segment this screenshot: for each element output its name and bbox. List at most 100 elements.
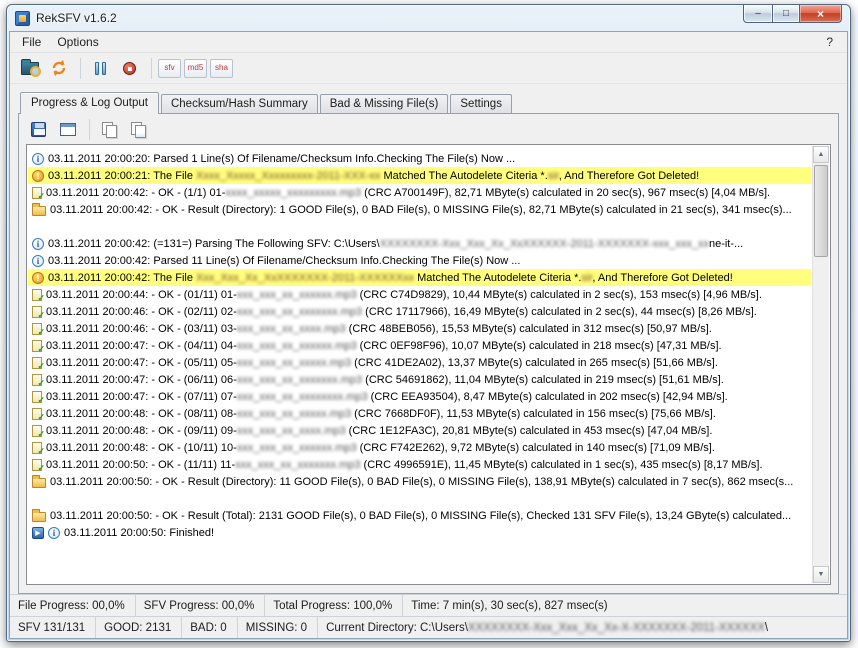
file-icon [32,459,42,471]
log-text-segment: 03.11.2011 20:00:47: - OK - (05/11) 05- [46,357,237,369]
log-row: 03.11.2011 20:00:50: - OK - Result (Tota… [28,507,811,524]
close-button[interactable]: × [799,5,842,23]
log-text-segment: 03.11.2011 20:00:50: - OK - Result (Dire… [50,476,793,488]
tab-bad-missing-file-s-[interactable]: Bad & Missing File(s) [320,94,449,114]
scroll-up-button[interactable]: ▲ [813,146,829,163]
copy-all-button[interactable] [125,117,152,142]
title-bar[interactable]: RekSFV v1.6.2 – □ × [7,5,850,31]
log-text-segment: 03.11.2011 20:00:44: - OK - (01/11) 01- [46,289,237,301]
menu-options[interactable]: Options [49,33,106,51]
tab-checksum-hash-summary[interactable]: Checksum/Hash Summary [161,94,318,114]
tab-strip: Progress & Log OutputChecksum/Hash Summa… [18,90,839,113]
log-text-segment: 03.11.2011 20:00:42: Parsed 11 Line(s) O… [48,255,520,267]
log-text-segment: (CRC 7668DF0F), 11,53 MByte(s) calculate… [351,408,716,420]
log-row: ▶i03.11.2011 20:00:50: Finished! [28,524,811,541]
log-output[interactable]: i03.11.2011 20:00:20: Parsed 1 Line(s) O… [28,146,811,583]
log-text-segment: ne-it-... [709,238,743,250]
file-icon [32,374,42,386]
log-text-segment: (CRC 4996591E), 11,45 MByte(s) calculate… [360,459,762,471]
log-box: i03.11.2011 20:00:20: Parsed 1 Line(s) O… [26,144,831,585]
warn-icon: ! [32,272,44,284]
censored-text: sir [581,272,592,284]
status-segment: Current Directory: C:\Users\XXXXXXXX-Xxx… [318,617,847,638]
pause-button[interactable] [87,56,114,81]
log-row: 03.11.2011 20:00:50: - OK - Result (Dire… [28,473,811,490]
log-text-segment: 03.11.2011 20:00:42: The File [48,272,196,284]
status-segment: SFV Progress: 00,0% [136,595,266,616]
log-scrollbar[interactable]: ▲ ▼ [812,146,829,583]
help-menu[interactable]: ? [816,33,843,51]
log-text-segment: \ [765,622,768,634]
log-row: 03.11.2011 20:00:48: - OK - (10/11) 10-x… [28,439,811,456]
log-row: 03.11.2011 20:00:48: - OK - (08/11) 08-x… [28,405,811,422]
main-toolbar: sfv md5 sha [10,53,847,84]
log-text-segment: Matched The Autodelete Citeria *. [380,170,547,182]
log-text-segment: 03.11.2011 20:00:42: - OK - (1/1) 01- [46,187,225,199]
log-row: !03.11.2011 20:00:42: The File Xxx_Xxx_X… [28,269,811,286]
log-text-segment: (CRC 1E12FA3C), 20,81 MByte(s) calculate… [346,425,713,437]
refresh-button[interactable] [45,56,72,81]
log-text-segment: (CRC 0EF98F96), 10,07 MByte(s) calculate… [357,340,722,352]
censored-text: xxx_xxx_xx_xxxx.mp3 [237,323,346,335]
play-icon: ▶ [32,527,44,539]
stop-button[interactable] [116,56,143,81]
censored-text: Xxxx_Xxxxx_Xxxxxxxxx-2011-XXX-xx [196,170,380,182]
menu-file[interactable]: File [14,33,49,51]
status-segment: MISSING: 0 [238,617,318,638]
censored-text: xxxx_xxxxx_xxxxxxxxx.mp3 [225,187,361,199]
copy-selection-button[interactable] [96,117,123,142]
log-text-segment: 03.11.2011 20:00:47: - OK - (04/11) 04- [46,340,237,352]
maximize-button[interactable]: □ [772,5,799,23]
save-log-button[interactable] [25,117,52,142]
file-icon [32,357,42,369]
toolbar-separator [151,58,152,79]
censored-text: sir [548,170,559,182]
censored-text: xxx_xxx_xx_xxxxxxx.mp3 [237,374,362,386]
censored-text: xxx_xxx_xx_xxxxxx.mp3 [237,442,357,454]
file-icon [32,442,42,454]
warn-icon: ! [32,170,44,182]
censored-text: xxx_xxx_xx_xxxxxxx.mp3 [237,306,362,318]
log-text-segment: 03.11.2011 20:00:48: - OK - (10/11) 10- [46,442,237,454]
censored-text: xxx_xxx_xx_xxxxxxxx.mp3 [237,391,368,403]
log-text-segment: 03.11.2011 20:00:42: (=131=) Parsing The… [48,238,380,250]
scrollbar-track[interactable] [813,163,829,566]
minimize-button[interactable]: – [743,5,772,23]
status-segment: Total Progress: 100,0% [265,595,403,616]
log-row-blank [28,490,811,507]
dir-icon [32,478,46,488]
log-row: 03.11.2011 20:00:50: - OK - (11/11) 11-x… [28,456,811,473]
tab-area: Progress & Log OutputChecksum/Hash Summa… [10,84,847,594]
log-row: 03.11.2011 20:00:44: - OK - (01/11) 01-x… [28,286,811,303]
browse-folder-button[interactable] [16,56,43,81]
create-md5-button[interactable]: md5 [184,59,207,78]
dir-icon [32,206,46,216]
create-sha-button[interactable]: sha [210,59,233,78]
censored-text: xxx_xxx_xx_xxxxxx.mp3 [237,340,357,352]
log-text-segment: (CRC EEA93504), 8,47 MByte(s) calculated… [368,391,728,403]
log-text-segment: 03.11.2011 20:00:46: - OK - (03/11) 03- [46,323,237,335]
tab-progress-log-output[interactable]: Progress & Log Output [20,92,159,114]
tab-settings[interactable]: Settings [450,94,512,114]
log-text-segment: (CRC 17117966), 16,49 MByte(s) calculate… [362,306,757,318]
status-segment: Time: 7 min(s), 30 sec(s), 827 msec(s) [403,595,847,616]
log-text-segment: 03.11.2011 20:00:48: - OK - (09/11) 09- [46,425,237,437]
log-text-segment: 03.11.2011 20:00:42: - OK - Result (Dire… [50,204,792,216]
create-sfv-button[interactable]: sfv [158,59,181,78]
window-icon [60,123,76,136]
menu-bar: File Options ? [10,32,847,53]
log-row: 03.11.2011 20:00:47: - OK - (05/11) 05-x… [28,354,811,371]
info-icon: i [32,153,44,165]
window-controls: – □ × [743,5,842,23]
censored-text: XXXXXXXX-Xxx_Xxx_Xx_Xx-X-XXXXXXX-2011-XX… [468,622,765,634]
scroll-down-button[interactable]: ▼ [813,566,829,583]
log-row: 03.11.2011 20:00:46: - OK - (02/11) 02-x… [28,303,811,320]
status-segment: File Progress: 00,0% [10,595,136,616]
open-log-window-button[interactable] [54,117,81,142]
log-text-segment: 03.11.2011 20:00:50: - OK - Result (Tota… [50,510,791,522]
log-text-segment: 03.11.2011 20:00:47: - OK - (06/11) 06- [46,374,237,386]
log-row: i03.11.2011 20:00:42: Parsed 11 Line(s) … [28,252,811,269]
scrollbar-thumb[interactable] [814,165,828,257]
refresh-icon [50,59,68,77]
log-text-segment: (CRC 54691862), 11,04 MByte(s) calculate… [362,374,724,386]
